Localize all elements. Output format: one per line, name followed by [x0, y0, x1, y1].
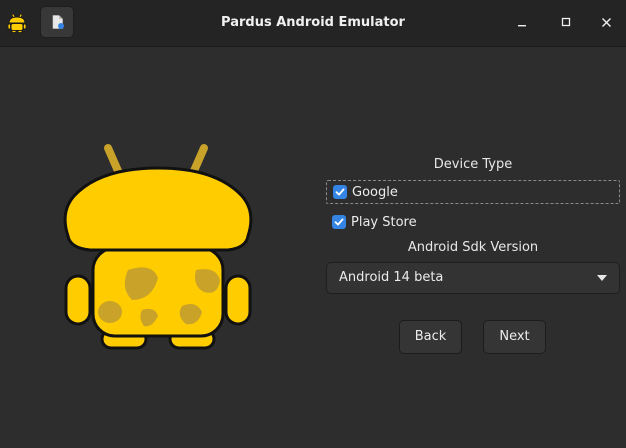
next-button[interactable]: Next	[483, 320, 546, 354]
maximize-button[interactable]	[556, 12, 578, 34]
minimize-button[interactable]	[512, 12, 534, 34]
close-icon	[602, 18, 611, 27]
document-icon	[52, 15, 64, 29]
android-mascot-illustration	[60, 140, 260, 355]
play-store-checkbox-row[interactable]: Play Store	[326, 210, 620, 234]
minimize-icon	[518, 25, 526, 27]
play-store-label: Play Store	[351, 214, 417, 230]
chevron-down-icon	[597, 275, 607, 281]
google-label: Google	[352, 184, 398, 200]
device-type-label: Device Type	[433, 157, 513, 172]
back-button[interactable]: Back	[399, 320, 462, 354]
play-store-checkbox[interactable]	[332, 215, 346, 229]
menu-button[interactable]	[40, 6, 74, 38]
sdk-version-dropdown[interactable]: Android 14 beta	[326, 262, 620, 294]
android-mascot-icon	[6, 12, 28, 34]
settings-form: Device Type Google Play Store Android Sd…	[326, 152, 620, 294]
close-button[interactable]	[596, 12, 618, 34]
maximize-icon	[561, 17, 571, 27]
app-window: Pardus Android Emulator Device Type Goog…	[0, 0, 626, 448]
sdk-version-label: Android Sdk Version	[407, 240, 539, 255]
google-checkbox[interactable]	[333, 185, 347, 199]
sdk-version-value: Android 14 beta	[339, 270, 444, 285]
title-bar: Pardus Android Emulator	[0, 0, 626, 47]
checkmark-icon	[335, 188, 345, 196]
google-checkbox-row[interactable]: Google	[326, 180, 620, 204]
checkmark-icon	[334, 218, 344, 226]
